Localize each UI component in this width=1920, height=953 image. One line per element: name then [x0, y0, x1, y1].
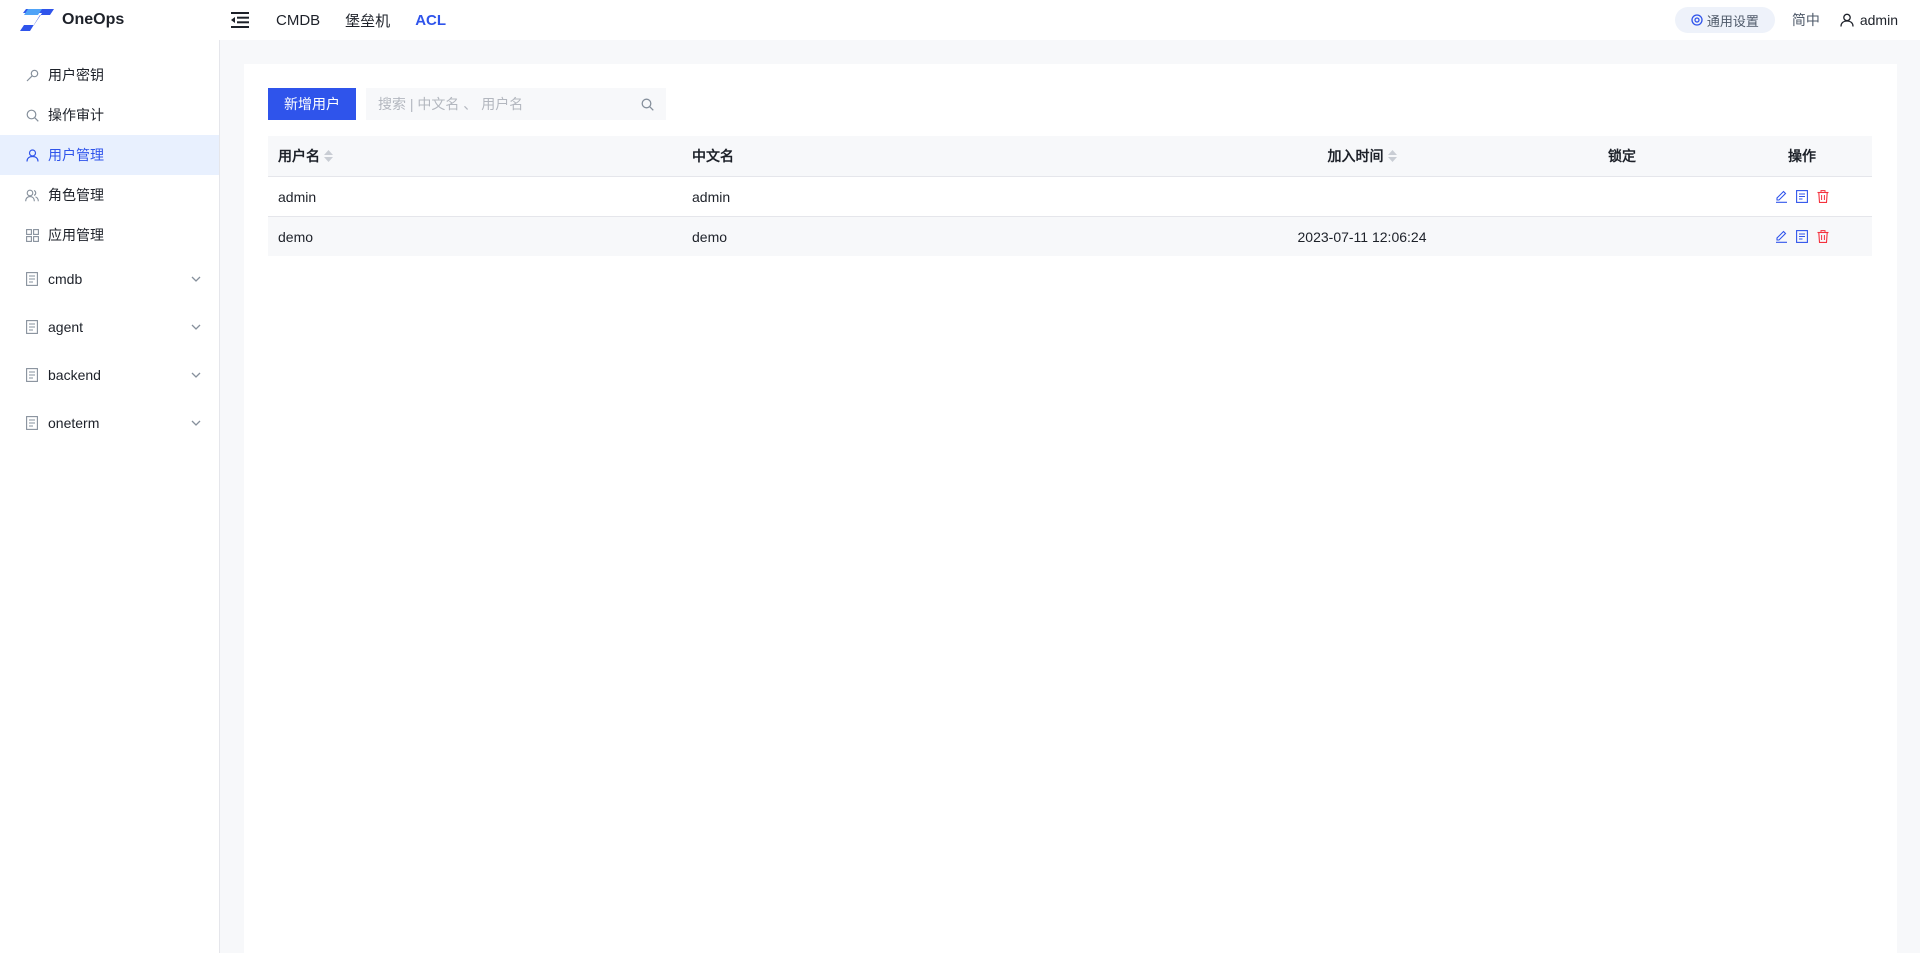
cell-joined: 2023-07-11 12:06:24 — [1297, 228, 1427, 245]
sidebar-group-label: backend — [48, 367, 101, 383]
edit-icon[interactable] — [1775, 190, 1788, 203]
menu-fold-button[interactable] — [230, 11, 250, 29]
detail-icon[interactable] — [1796, 190, 1809, 203]
chevron-down-icon — [191, 420, 201, 426]
sidebar-item-users[interactable]: 用户管理 — [0, 135, 219, 175]
column-header-actions: 操作 — [1788, 148, 1816, 164]
toolbar: 新增用户 — [268, 88, 666, 120]
topnav-cmdb[interactable]: CMDB — [276, 12, 320, 29]
general-settings-label: 通用设置 — [1706, 13, 1759, 29]
settings-circle-icon — [1691, 14, 1703, 26]
chevron-down-icon — [191, 324, 201, 330]
cell-actions — [1732, 230, 1872, 243]
topnav-bastion[interactable]: 堡垒机 — [345, 10, 390, 31]
cell-actions — [1732, 190, 1872, 203]
sidebar-group-cmdb[interactable]: cmdb — [0, 255, 219, 303]
users-icon — [25, 188, 39, 202]
chevron-down-icon — [191, 372, 201, 378]
user-name: admin — [1859, 12, 1898, 28]
sort-icon[interactable] — [324, 150, 333, 162]
search-input[interactable] — [378, 96, 641, 112]
top-nav: CMDB 堡垒机 ACL — [276, 0, 471, 40]
apps-icon — [25, 228, 39, 242]
cell-nickname: admin — [692, 188, 731, 205]
top-header: OneOps CMDB 堡垒机 ACL 通用设置 简中 admin — [0, 0, 1920, 40]
user-icon — [1840, 13, 1854, 27]
users-table: 用户名 中文名 加入时间 锁定 操作 admin admin demo demo… — [268, 136, 1872, 256]
sidebar-item-label: 用户管理 — [48, 147, 104, 163]
topnav-acl[interactable]: ACL — [415, 12, 446, 29]
general-settings-button[interactable]: 通用设置 — [1674, 7, 1775, 33]
table-row: admin admin — [268, 176, 1872, 216]
search-icon — [25, 108, 39, 122]
cell-nickname: demo — [692, 228, 728, 245]
column-header-label: 用户名 — [278, 148, 320, 164]
column-header-username[interactable]: 用户名 — [268, 146, 682, 166]
menu-fold-icon — [231, 12, 249, 28]
delete-icon[interactable] — [1817, 190, 1830, 203]
sidebar-group-agent[interactable]: agent — [0, 303, 219, 351]
user-icon — [25, 148, 39, 162]
table-row: demo demo 2023-07-11 12:06:24 — [268, 216, 1872, 256]
key-icon — [25, 68, 39, 82]
cell-username: demo — [278, 228, 314, 245]
column-header-nickname: 中文名 — [692, 148, 734, 164]
app-name: OneOps — [62, 11, 125, 28]
language-switch[interactable]: 简中 — [1792, 10, 1820, 30]
search-icon[interactable] — [641, 98, 654, 111]
user-menu[interactable]: admin — [1840, 12, 1898, 28]
delete-icon[interactable] — [1817, 230, 1830, 243]
sidebar-group-oneterm[interactable]: oneterm — [0, 399, 219, 447]
doc-icon — [25, 320, 39, 334]
column-header-joined[interactable]: 加入时间 — [1212, 146, 1512, 166]
sidebar-group-backend[interactable]: backend — [0, 351, 219, 399]
column-header-locked: 锁定 — [1608, 148, 1636, 164]
search-box — [366, 88, 666, 120]
table-header: 用户名 中文名 加入时间 锁定 操作 — [268, 136, 1872, 176]
sidebar-item-user-keys[interactable]: 用户密钥 — [0, 55, 219, 95]
sidebar-item-label: 角色管理 — [48, 187, 104, 203]
edit-icon[interactable] — [1775, 230, 1788, 243]
sidebar-item-apps[interactable]: 应用管理 — [0, 215, 219, 255]
sidebar-item-audit[interactable]: 操作审计 — [0, 95, 219, 135]
app-logo[interactable]: OneOps — [0, 0, 220, 40]
sidebar-group-label: cmdb — [48, 271, 83, 287]
cell-username: admin — [278, 188, 317, 205]
sort-icon[interactable] — [1387, 150, 1397, 162]
detail-icon[interactable] — [1796, 230, 1809, 243]
main-content: 新增用户 用户名 中文名 加入时间 锁定 操 — [244, 64, 1897, 953]
sidebar-item-label: 应用管理 — [48, 227, 104, 243]
column-header-label: 加入时间 — [1327, 148, 1384, 164]
header-right: 通用设置 简中 admin — [1674, 0, 1920, 40]
add-user-button[interactable]: 新增用户 — [268, 88, 356, 120]
oneops-logo-icon — [20, 9, 54, 31]
doc-icon — [25, 272, 39, 286]
sidebar: 用户密钥 操作审计 用户管理 角色管理 应用管理 cmdb agent back… — [0, 40, 220, 953]
sidebar-item-label: 操作审计 — [48, 107, 104, 123]
doc-icon — [25, 368, 39, 382]
doc-icon — [25, 416, 39, 430]
sidebar-group-label: agent — [48, 319, 84, 335]
chevron-down-icon — [191, 276, 201, 282]
sidebar-item-roles[interactable]: 角色管理 — [0, 175, 219, 215]
sidebar-group-label: oneterm — [48, 415, 100, 431]
sidebar-item-label: 用户密钥 — [48, 67, 104, 83]
